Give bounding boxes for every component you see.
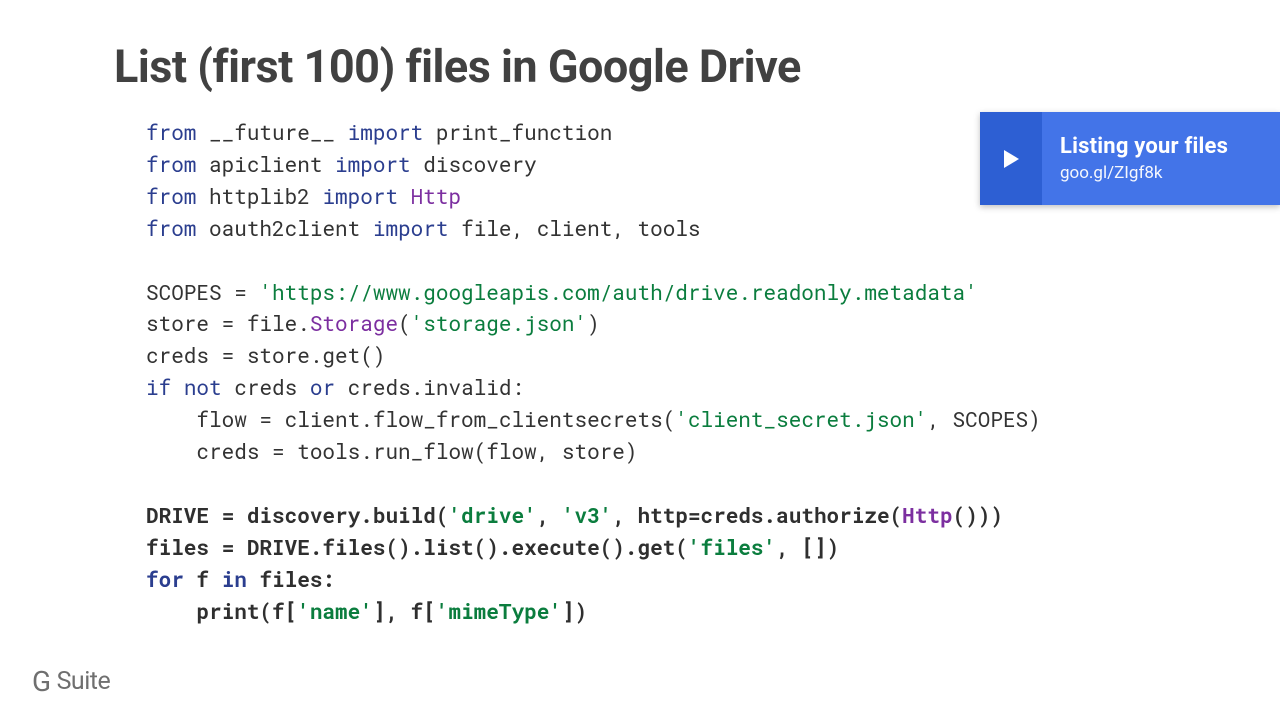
kw-from: from xyxy=(146,214,196,242)
callout-card[interactable]: Listing your files goo.gl/ZIgf8k xyxy=(980,112,1280,205)
str: 'mimeType' xyxy=(436,597,562,625)
kw-from: from xyxy=(146,182,196,210)
cls-http: Http xyxy=(398,182,461,210)
slide: List (first 100) files in Google Drive f… xyxy=(0,0,1280,720)
code-text: file, client, tools xyxy=(448,214,700,242)
code-text: creds xyxy=(222,373,310,401)
code-text: httplib2 xyxy=(196,182,322,210)
str: 'drive' xyxy=(448,501,536,529)
callout-link: goo.gl/ZIgf8k xyxy=(1060,163,1280,183)
logo-g: G xyxy=(32,665,51,698)
code-text: ]) xyxy=(562,597,587,625)
code-text: SCOPES = xyxy=(146,278,259,306)
kw-or: or xyxy=(310,373,335,401)
kw-for: for xyxy=(146,565,184,593)
callout-body: Listing your files goo.gl/ZIgf8k xyxy=(1042,112,1280,205)
str: 'client_secret.json' xyxy=(675,405,927,433)
play-icon xyxy=(1004,150,1019,168)
kw-in: in xyxy=(222,565,247,593)
code-text: , []) xyxy=(776,533,839,561)
str: 'files' xyxy=(688,533,776,561)
code-text: __future__ xyxy=(196,118,347,146)
kw-from: from xyxy=(146,118,196,146)
code-text: f xyxy=(184,565,222,593)
code-text: DRIVE = discovery.build( xyxy=(146,501,448,529)
code-text: ], f[ xyxy=(373,597,436,625)
code-text: discovery xyxy=(411,150,537,178)
code-text: creds.invalid: xyxy=(335,373,524,401)
kw-not: not xyxy=(184,373,222,401)
str: 'storage.json' xyxy=(411,309,587,337)
kw-from: from xyxy=(146,150,196,178)
gsuite-logo: G Suite xyxy=(32,665,110,698)
cls-http: Http xyxy=(902,501,952,529)
code-text: ())) xyxy=(953,501,1003,529)
code-text: print(f[ xyxy=(146,597,297,625)
slide-title: List (first 100) files in Google Drive xyxy=(114,40,1230,93)
kw-import: import xyxy=(322,182,398,210)
code-text: oauth2client xyxy=(196,214,372,242)
code-text: files: xyxy=(247,565,335,593)
kw-import: import xyxy=(373,214,449,242)
code-text xyxy=(171,373,184,401)
kw-if: if xyxy=(146,373,171,401)
code-text: files = DRIVE.files().list().execute().g… xyxy=(146,533,688,561)
kw-import: import xyxy=(335,150,411,178)
code-text: print_function xyxy=(423,118,612,146)
str: 'https://www.googleapis.com/auth/drive.r… xyxy=(259,278,977,306)
code-text: flow = client.flow_from_clientsecrets( xyxy=(146,405,675,433)
code-text: , xyxy=(537,501,562,529)
cls-storage: Storage xyxy=(310,309,398,337)
code-text: creds = store.get() xyxy=(146,341,385,369)
code-text: ) xyxy=(587,309,600,337)
kw-import: import xyxy=(348,118,424,146)
code-text: , http=creds.authorize( xyxy=(612,501,902,529)
callout-title: Listing your files xyxy=(1060,134,1280,159)
code-text: creds = tools.run_flow(flow, store) xyxy=(146,437,637,465)
callout-icon-box xyxy=(980,112,1042,205)
code-text: ( xyxy=(398,309,411,337)
logo-suite: Suite xyxy=(57,667,111,696)
code-text: store = file. xyxy=(146,309,310,337)
str: 'name' xyxy=(297,597,373,625)
str: 'v3' xyxy=(562,501,612,529)
code-text: apiclient xyxy=(196,150,335,178)
code-text: , SCOPES) xyxy=(927,405,1040,433)
